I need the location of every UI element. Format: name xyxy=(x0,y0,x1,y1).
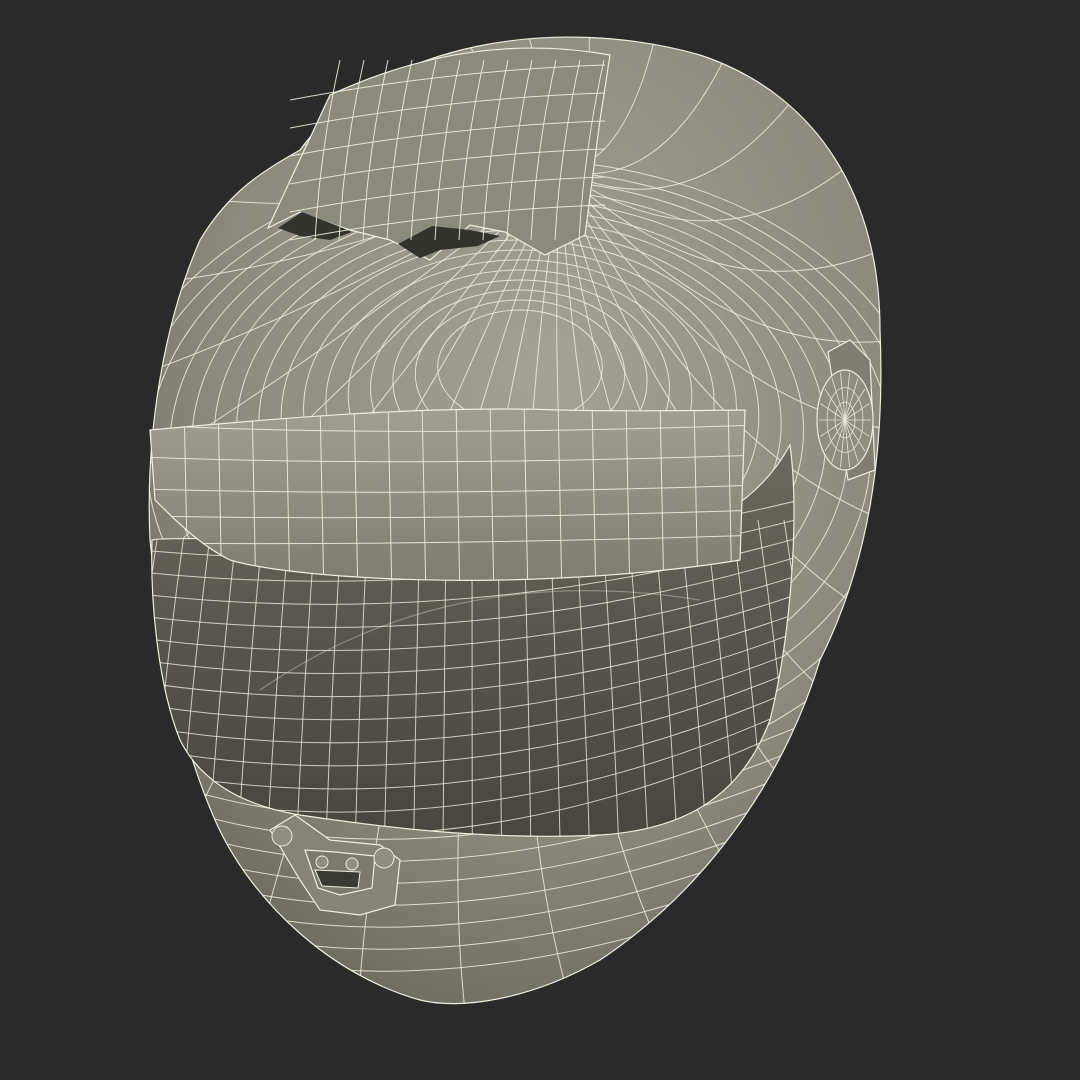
helmet-model xyxy=(148,36,882,1005)
visor-peak xyxy=(149,408,746,581)
top-vent xyxy=(266,47,611,261)
3d-viewport[interactable] xyxy=(0,0,1080,1080)
